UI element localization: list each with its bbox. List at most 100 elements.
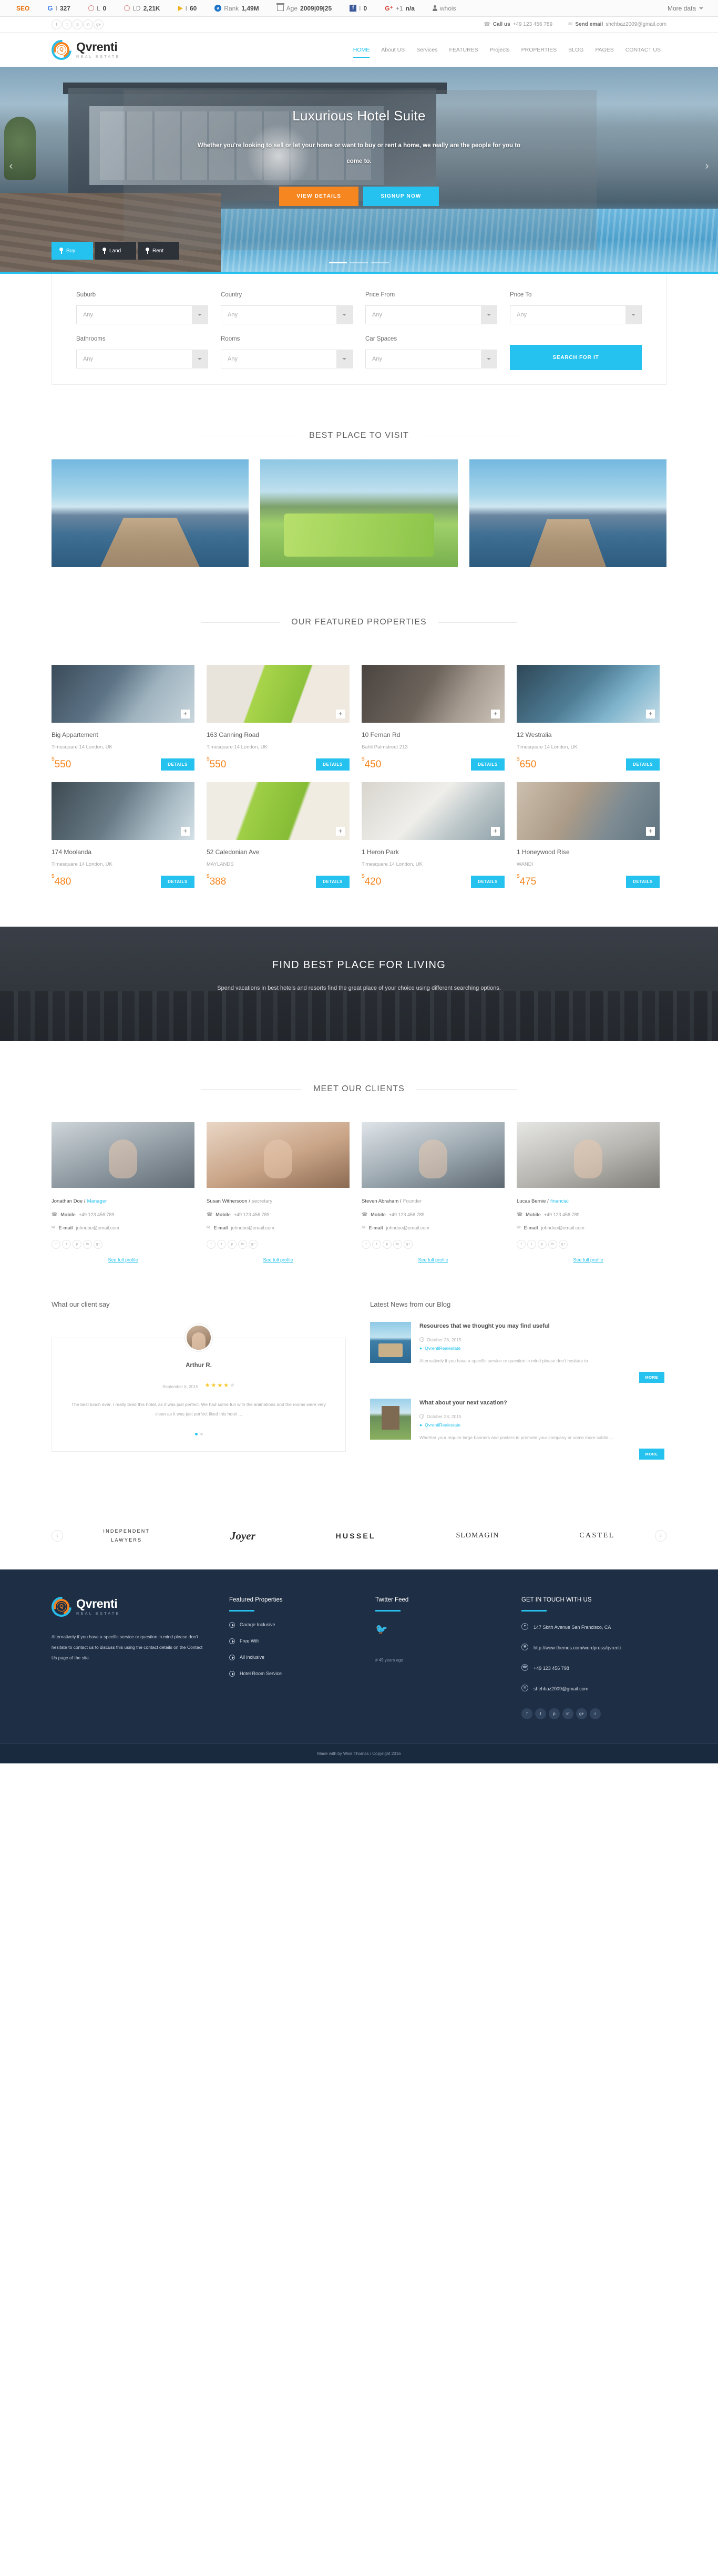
blog-post-title[interactable]: What about your next vacation? [419, 1399, 664, 1408]
nav-item-features[interactable]: FEATURES [443, 33, 484, 67]
view-details-button[interactable]: VIEW DETAILS [279, 186, 359, 206]
property-card[interactable]: + 174 Moolanda Timesquare 14 London, UK … [52, 782, 194, 888]
property-card[interactable]: + Big Appartement Timesquare 14 London, … [52, 665, 194, 771]
footer-link-item[interactable]: Garage Inclusive [229, 1621, 350, 1628]
property-card[interactable]: + 1 Heron Park Timesquare 14 London, UK … [362, 782, 505, 888]
search-tab-buy[interactable]: Buy [52, 242, 93, 260]
see-full-profile-link[interactable]: See full profile [52, 1257, 194, 1263]
footer-link-item[interactable]: All inclusive [229, 1654, 350, 1660]
gallery-image-2[interactable] [260, 459, 458, 567]
see-full-profile-link[interactable]: See full profile [362, 1257, 505, 1263]
linkedin-icon[interactable]: in [393, 1240, 402, 1249]
seo-item-facebook[interactable]: f I 0 [341, 5, 376, 12]
linkedin-icon[interactable]: in [238, 1240, 247, 1249]
nav-item-properties[interactable]: PROPERTIES [516, 33, 563, 67]
seo-more-data-button[interactable]: More data [668, 5, 711, 12]
facebook-icon[interactable]: f [52, 1240, 60, 1249]
chevron-left-icon[interactable]: ‹ [6, 161, 16, 171]
chevron-right-icon[interactable]: › [702, 161, 712, 171]
gallery-image-1[interactable] [52, 459, 249, 567]
chevron-left-icon[interactable]: ‹ [52, 1530, 63, 1542]
details-button[interactable]: DETAILS [471, 758, 505, 771]
plus-icon[interactable]: + [336, 710, 345, 719]
see-full-profile-link[interactable]: See full profile [207, 1257, 350, 1263]
search-tab-rent[interactable]: Rent [138, 242, 179, 260]
chevron-right-icon[interactable]: › [655, 1530, 666, 1542]
google-plus-icon[interactable]: g+ [576, 1708, 587, 1719]
twitter-icon[interactable]: t [62, 1240, 71, 1249]
seo-item-gplus[interactable]: G⁺ +1 n/a [376, 5, 424, 12]
partner-logo-slomagin[interactable]: SLOMAGIN [456, 1532, 499, 1540]
details-button[interactable]: DETAILS [161, 758, 194, 771]
seo-item-domain-age[interactable]: Age 2009|09|25 [268, 3, 341, 12]
details-button[interactable]: DETAILS [161, 876, 194, 888]
footer-link-item[interactable]: Free Wifi [229, 1638, 350, 1644]
google-plus-icon[interactable]: g+ [94, 19, 104, 29]
twitter-icon[interactable]: t [372, 1240, 381, 1249]
carousel-dot[interactable] [194, 1432, 198, 1435]
blog-more-button[interactable]: MORE [639, 1449, 664, 1460]
rss-icon[interactable]: r [590, 1708, 601, 1719]
linkedin-icon[interactable]: in [548, 1240, 557, 1249]
price-from-select[interactable]: Any [365, 305, 497, 324]
google-plus-icon[interactable]: g+ [404, 1240, 413, 1249]
seo-item-moz-domain[interactable]: LD 2,21K [115, 5, 169, 12]
search-for-it-button[interactable]: SEARCH FOR IT [510, 345, 642, 370]
pinterest-icon[interactable]: p [549, 1708, 560, 1719]
seo-item-alexa-rank[interactable]: a Rank 1,49M [206, 5, 268, 12]
nav-item-projects[interactable]: Projects [484, 33, 516, 67]
linkedin-icon[interactable]: in [83, 19, 93, 29]
slider-dot[interactable] [371, 262, 389, 263]
seo-item-moz-links[interactable]: L 0 [79, 5, 115, 12]
blog-post-title[interactable]: Resources that we thought you may find u… [419, 1322, 664, 1331]
linkedin-icon[interactable]: in [83, 1240, 92, 1249]
partner-logo-castel[interactable]: CASTEL [579, 1532, 614, 1540]
nav-item-pages[interactable]: PAGES [589, 33, 619, 67]
seo-item-google-index[interactable]: G I 327 [38, 4, 79, 12]
car-spaces-select[interactable]: Any [365, 350, 497, 368]
plus-icon[interactable]: + [491, 827, 500, 836]
search-tab-land[interactable]: Land [95, 242, 136, 260]
footer-link-item[interactable]: Hotel Room Service [229, 1670, 350, 1677]
google-plus-icon[interactable]: g+ [249, 1240, 258, 1249]
bathrooms-select[interactable]: Any [76, 350, 208, 368]
twitter-icon[interactable]: t [217, 1240, 226, 1249]
footer-logo[interactable]: Q Qvrenti REAL ESTATE [47, 1592, 204, 1621]
see-full-profile-link[interactable]: See full profile [517, 1257, 660, 1263]
seo-item-backlinks[interactable]: I 60 [169, 5, 206, 12]
country-select[interactable]: Any [221, 305, 353, 324]
details-button[interactable]: DETAILS [316, 758, 350, 771]
plus-icon[interactable]: + [646, 710, 655, 719]
linkedin-icon[interactable]: in [562, 1708, 573, 1719]
plus-icon[interactable]: + [491, 710, 500, 719]
property-card[interactable]: + 10 Fernan Rd Bahli Palmstreet 213 $450… [362, 665, 505, 771]
plus-icon[interactable]: + [181, 827, 190, 836]
carousel-dot[interactable] [200, 1432, 203, 1435]
plus-icon[interactable]: + [646, 827, 655, 836]
rooms-select[interactable]: Any [221, 350, 353, 368]
partner-logo-independent-lawyers[interactable]: INDEPENDENT LAWYERS [103, 1527, 150, 1545]
twitter-icon[interactable]: t [527, 1240, 536, 1249]
signup-now-button[interactable]: SIGNUP NOW [363, 186, 439, 206]
nav-item-contact-us[interactable]: CONTACT US [620, 33, 666, 67]
seo-item-logo[interactable]: SEO [7, 5, 38, 12]
slider-dot[interactable] [350, 262, 368, 263]
plus-icon[interactable]: + [181, 710, 190, 719]
google-plus-icon[interactable]: g+ [559, 1240, 568, 1249]
property-card[interactable]: + 12 Westralia Timesquare 14 London, UK … [517, 665, 660, 771]
property-card[interactable]: + 52 Caledonian Ave MAYLANDS $388 DETAIL… [207, 782, 350, 888]
google-plus-icon[interactable]: g+ [94, 1240, 102, 1249]
property-card[interactable]: + 163 Canning Road Timesquare 14 London,… [207, 665, 350, 771]
footer-website[interactable]: ◉ http://wow-themes.com/wordpress/qvrent… [521, 1643, 642, 1653]
facebook-icon[interactable]: f [362, 1240, 371, 1249]
pinterest-icon[interactable]: p [538, 1240, 547, 1249]
facebook-icon[interactable]: f [521, 1708, 532, 1719]
facebook-icon[interactable]: f [207, 1240, 216, 1249]
pinterest-icon[interactable]: p [228, 1240, 237, 1249]
pinterest-icon[interactable]: p [73, 1240, 81, 1249]
details-button[interactable]: DETAILS [471, 876, 505, 888]
gallery-image-3[interactable] [469, 459, 666, 567]
details-button[interactable]: DETAILS [626, 876, 660, 888]
twitter-icon[interactable]: t [62, 19, 72, 29]
slider-dot[interactable] [329, 262, 347, 263]
